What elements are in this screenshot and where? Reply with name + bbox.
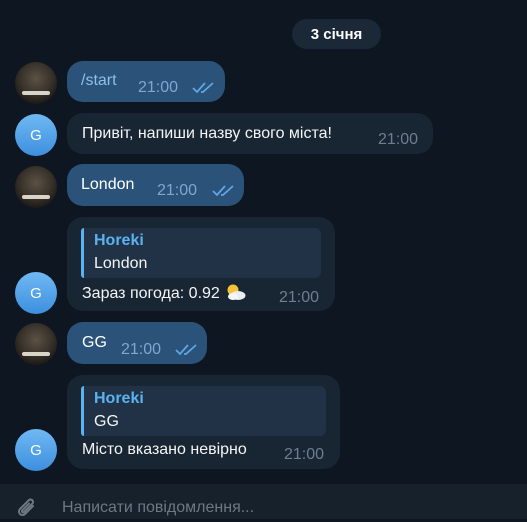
avatar[interactable] <box>15 323 57 365</box>
message-text[interactable]: Привіт, напиши назву свого міста! <box>82 124 332 144</box>
avatar[interactable]: G <box>15 114 57 156</box>
message-text[interactable]: Місто вказано невірно <box>82 440 247 460</box>
message-time: 21:00 <box>138 79 179 96</box>
reply-text: GG <box>94 413 119 430</box>
avatar[interactable]: G <box>15 429 57 471</box>
reply-quote[interactable]: Horeki GG <box>81 386 326 436</box>
avatar[interactable] <box>15 62 57 104</box>
double-check-icon <box>212 185 234 197</box>
message-time: 21:00 <box>279 289 320 306</box>
reply-quote[interactable]: Horeki London <box>81 228 321 278</box>
message-bubble-incoming[interactable]: Horeki London Зараз погода: 0.92 21:00 <box>67 217 335 311</box>
message-bubble-incoming[interactable]: Horeki GG Місто вказано невірно 21:00 <box>67 375 340 469</box>
message-composer: Написати повідомлення... <box>0 484 527 519</box>
double-check-icon <box>192 82 214 94</box>
message-time: 21:00 <box>378 131 419 148</box>
message-text[interactable]: London <box>81 175 134 195</box>
message-bubble-outgoing[interactable]: /start 21:00 <box>67 61 225 102</box>
message-bubble-incoming[interactable]: Привіт, напиши назву свого міста! 21:00 <box>67 113 433 154</box>
message-time: 21:00 <box>157 182 198 199</box>
reply-author: Horeki <box>94 232 144 249</box>
message-bubble-outgoing[interactable]: London 21:00 <box>67 164 244 206</box>
message-time: 21:00 <box>284 446 325 463</box>
message-text[interactable]: Зараз погода: 0.92 <box>82 285 220 302</box>
date-separator: 3 січня <box>292 19 381 49</box>
paperclip-icon[interactable] <box>14 496 40 522</box>
message-input[interactable]: Написати повідомлення... <box>62 499 254 517</box>
message-text-wrapper: Зараз погода: 0.92 <box>82 283 246 304</box>
reply-author: Horeki <box>94 390 144 407</box>
message-time: 21:00 <box>121 341 162 358</box>
avatar[interactable] <box>15 166 57 208</box>
sun-behind-cloud-icon <box>227 284 246 300</box>
avatar[interactable]: G <box>15 272 57 314</box>
message-bubble-outgoing[interactable]: GG 21:00 <box>67 322 207 364</box>
double-check-icon <box>175 344 197 356</box>
message-text[interactable]: GG <box>82 333 107 353</box>
reply-text: London <box>94 255 148 272</box>
message-text[interactable]: /start <box>81 71 117 91</box>
